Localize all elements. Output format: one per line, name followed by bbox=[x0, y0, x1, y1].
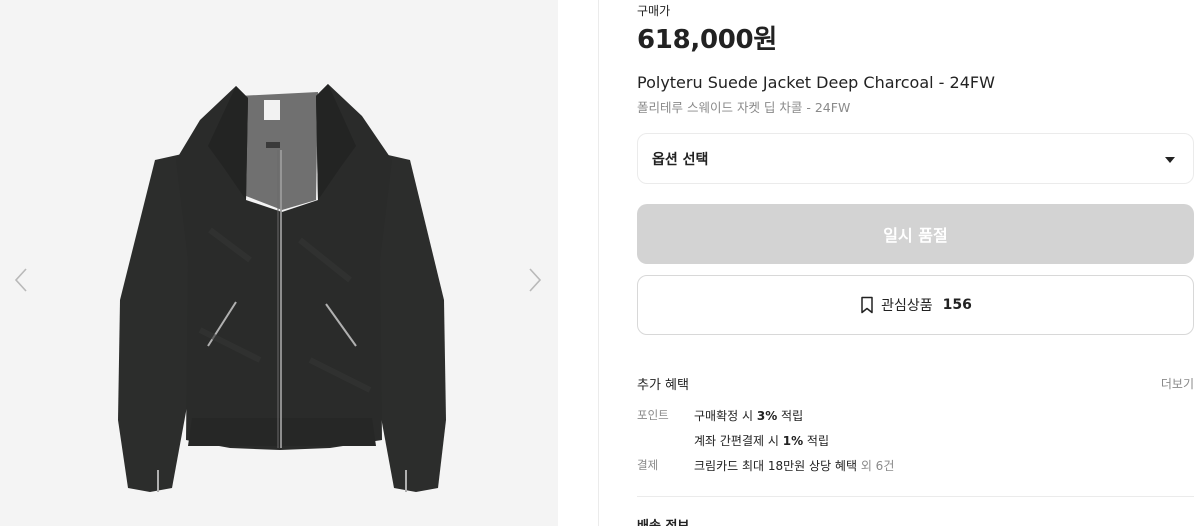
price: 618,000원 bbox=[637, 25, 777, 55]
benefit-key: 결제 bbox=[637, 458, 659, 472]
product-gallery bbox=[0, 0, 558, 526]
product-image bbox=[118, 84, 446, 492]
bookmark-icon bbox=[861, 296, 873, 314]
caret-down-icon bbox=[1160, 149, 1180, 169]
soldout-button[interactable]: 일시 품절 bbox=[637, 204, 1194, 264]
benefit-key: 포인트 bbox=[637, 408, 669, 422]
benefit-more-link[interactable]: 더보기 bbox=[1161, 375, 1194, 392]
chevron-right-icon bbox=[529, 268, 542, 292]
chevron-left-icon bbox=[14, 268, 27, 292]
section-divider bbox=[637, 496, 1194, 497]
option-select[interactable]: 옵션 선택 bbox=[637, 133, 1194, 184]
shipping-info-title: 배송 정보 bbox=[637, 515, 689, 526]
wishlist-button[interactable]: 관심상품 156 bbox=[637, 275, 1194, 335]
benefit-row: 결제 크림카드 최대 18만원 상당 혜택 외 6건 bbox=[637, 457, 894, 474]
price-label: 구매가 bbox=[637, 4, 671, 18]
product-name-en: Polyteru Suede Jacket Deep Charcoal - 24… bbox=[637, 73, 995, 92]
benefit-value: 구매확정 시 3% 적립 bbox=[694, 409, 804, 423]
option-select-label: 옵션 선택 bbox=[652, 151, 709, 168]
column-divider bbox=[598, 0, 599, 526]
gallery-prev-button[interactable] bbox=[8, 262, 34, 298]
benefit-title: 추가 혜택 bbox=[637, 378, 689, 393]
gallery-next-button[interactable] bbox=[522, 262, 548, 298]
wishlist-count: 156 bbox=[942, 297, 972, 313]
benefit-value: 계좌 간편결제 시 1% 적립 bbox=[694, 434, 830, 448]
product-name-ko: 폴리테루 스웨이드 자켓 딥 차콜 - 24FW bbox=[637, 100, 851, 115]
benefit-row: 포인트 구매확정 시 3% 적립 bbox=[637, 407, 803, 424]
benefit-value: 크림카드 최대 18만원 상당 혜택 외 6건 bbox=[694, 459, 895, 473]
benefit-row: 계좌 간편결제 시 1% 적립 bbox=[637, 432, 829, 449]
product-info: 구매가 618,000원 Polyteru Suede Jacket Deep … bbox=[637, 0, 1194, 526]
wishlist-label: 관심상품 bbox=[881, 298, 933, 314]
benefit-key bbox=[637, 432, 694, 449]
